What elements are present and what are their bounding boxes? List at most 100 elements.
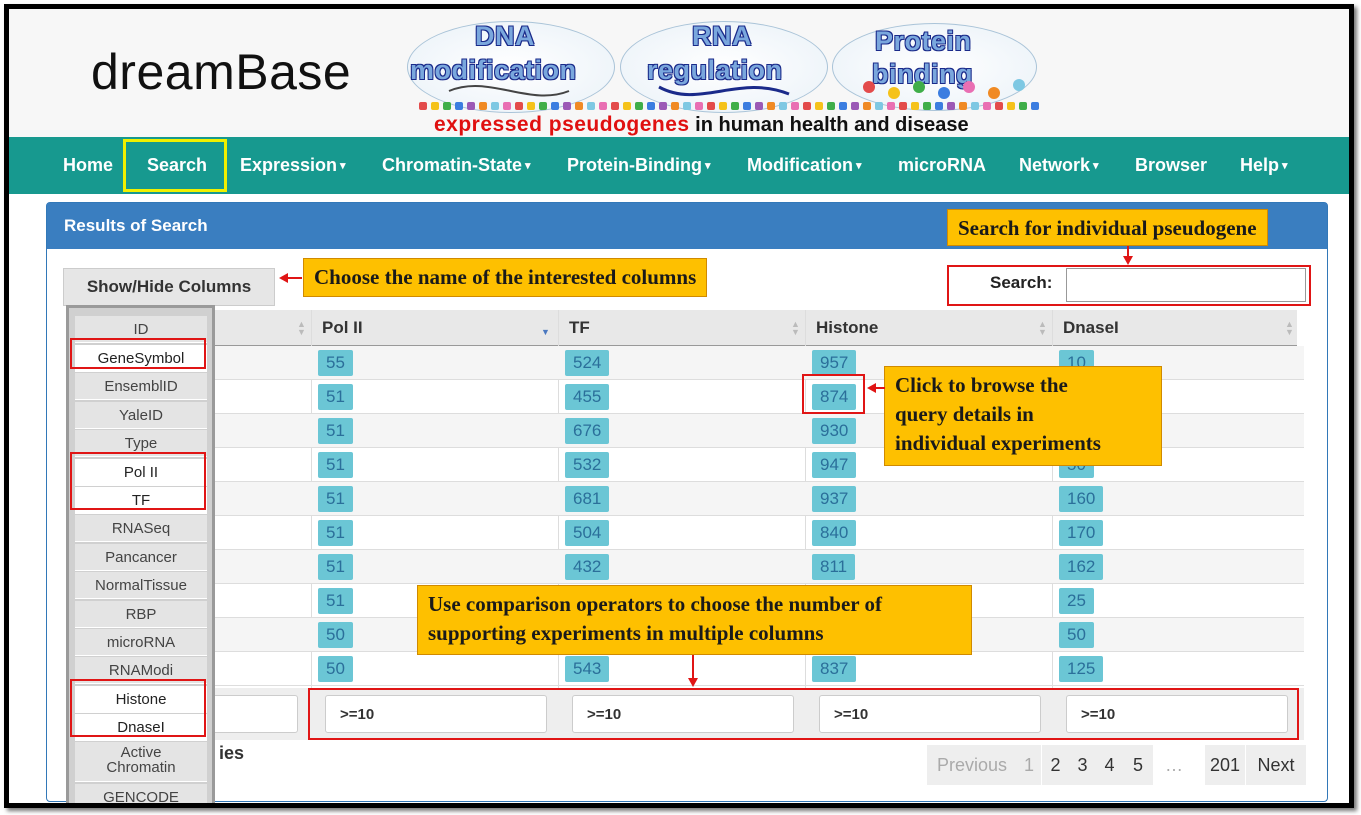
pol-ii-count-link[interactable]: 50: [318, 622, 353, 648]
nucleotide-bead: [419, 102, 427, 110]
nucleotide-bead: [1007, 102, 1015, 110]
tf-count-link[interactable]: 524: [565, 350, 610, 376]
sort-icon[interactable]: ▲ ▼: [297, 320, 306, 337]
site-logo[interactable]: dreamBase: [91, 43, 351, 101]
nav-expression-dropdown[interactable]: Expression ▾: [240, 137, 346, 194]
nucleotide-bead: [803, 102, 811, 110]
nav-label: Chromatin-State: [382, 155, 523, 175]
nav-label: microRNA: [898, 155, 987, 175]
pagination-next[interactable]: Next: [1246, 745, 1306, 785]
pagination-previous[interactable]: Previous: [927, 745, 1017, 785]
nucleotide-bead: [695, 102, 703, 110]
sort-icon[interactable]: ▲ ▼: [1038, 320, 1047, 337]
sort-desc-icon[interactable]: ▼: [541, 328, 550, 337]
tf-count-link[interactable]: 504: [565, 520, 610, 546]
pol-ii-count-link[interactable]: 51: [318, 452, 353, 478]
nucleotide-bead: [863, 102, 871, 110]
nucleotide-bead: [467, 102, 475, 110]
nucleotide-bead: [959, 102, 967, 110]
tf-count-link[interactable]: 681: [565, 486, 610, 512]
pol-ii-count-link[interactable]: 51: [318, 554, 353, 580]
nucleotide-bead: [779, 102, 787, 110]
column-option-gencode[interactable]: GENCODE: [75, 784, 207, 803]
dnasei-count-link[interactable]: 50: [1059, 622, 1094, 648]
nucleotide-bead: [935, 102, 943, 110]
column-header-tf[interactable]: TF: [559, 310, 590, 346]
column-header-histone[interactable]: Histone: [806, 310, 878, 346]
nav-microrna[interactable]: microRNA: [898, 137, 986, 194]
pol-ii-count-link[interactable]: 51: [318, 418, 353, 444]
annotation-text: Use comparison operators to choose the n…: [428, 592, 882, 616]
pagination-page[interactable]: 3: [1069, 745, 1096, 785]
pagination-page[interactable]: 2: [1042, 745, 1069, 785]
pagination-page[interactable]: 5: [1123, 745, 1153, 785]
nav-home[interactable]: Home: [63, 137, 113, 194]
pol-ii-count-link[interactable]: 55: [318, 350, 353, 376]
nav-label: Expression: [240, 155, 338, 175]
column-option-microrna[interactable]: microRNA: [75, 629, 207, 656]
nucleotide-bead: [539, 102, 547, 110]
tf-count-link[interactable]: 543: [565, 656, 610, 682]
caret-down-icon: ▾: [525, 159, 531, 172]
pol-ii-count-link[interactable]: 50: [318, 656, 353, 682]
nucleotide-bead: [587, 102, 595, 110]
nav-help-dropdown[interactable]: Help ▾: [1240, 137, 1288, 194]
dnasei-count-link[interactable]: 25: [1059, 588, 1094, 614]
tf-count-link[interactable]: 676: [565, 418, 610, 444]
nucleotide-bead: [911, 102, 919, 110]
tf-count-link[interactable]: 432: [565, 554, 610, 580]
histone-count-link[interactable]: 930: [812, 418, 857, 444]
annotation-text: query details in: [895, 402, 1034, 426]
pagination-page[interactable]: 201: [1205, 745, 1245, 785]
histone-count-link[interactable]: 937: [812, 486, 857, 512]
table-info-text: ies: [219, 743, 245, 763]
column-option-active-chromatin[interactable]: Active Chromatin: [75, 742, 207, 782]
column-option-rnaseq[interactable]: RNASeq: [75, 515, 207, 542]
pol-ii-count-link[interactable]: 51: [318, 588, 353, 614]
tf-count-link[interactable]: 455: [565, 384, 610, 410]
column-header-pol-ii[interactable]: Pol II: [312, 310, 363, 346]
column-option-rbp[interactable]: RBP: [75, 601, 207, 628]
nav-network-dropdown[interactable]: Network ▾: [1019, 137, 1099, 194]
pagination-page[interactable]: 1: [1017, 745, 1041, 785]
annotation-choose-columns: Choose the name of the interested column…: [303, 258, 708, 297]
banner-word-dna: DNA: [475, 21, 535, 51]
column-header-dnasei[interactable]: DnaseI: [1053, 310, 1119, 346]
histone-count-link[interactable]: 840: [812, 520, 857, 546]
column-option-yaleid[interactable]: YaleID: [75, 402, 207, 429]
show-hide-columns-button[interactable]: Show/Hide Columns: [63, 268, 275, 306]
caret-down-icon: ▾: [1282, 159, 1288, 172]
annotation-text: individual experiments: [895, 431, 1101, 455]
highlight-filter-row: [308, 688, 1299, 740]
site-header: dreamBase DNA modification RNA regulatio…: [9, 9, 1349, 137]
histone-count-link[interactable]: 947: [812, 452, 857, 478]
histone-count-link[interactable]: 811: [812, 554, 856, 580]
table-row: 50 543 837 125: [68, 652, 1304, 686]
pol-ii-count-link[interactable]: 51: [318, 520, 353, 546]
nav-protein-binding-dropdown[interactable]: Protein-Binding ▾: [567, 137, 711, 194]
nucleotide-bead: [731, 102, 739, 110]
pagination-page[interactable]: 4: [1096, 745, 1123, 785]
dnasei-count-link[interactable]: 160: [1059, 486, 1104, 512]
tf-count-link[interactable]: 532: [565, 452, 610, 478]
column-option-ensemblid[interactable]: EnsemblID: [75, 373, 207, 400]
dnasei-count-link[interactable]: 162: [1059, 554, 1104, 580]
arrow-line: [692, 655, 694, 679]
nav-modification-dropdown[interactable]: Modification ▾: [747, 137, 862, 194]
nav-label: Browser: [1135, 155, 1208, 175]
column-option-normaltissue[interactable]: NormalTissue: [75, 572, 207, 599]
nucleotide-bead: [983, 102, 991, 110]
dnasei-count-link[interactable]: 125: [1059, 656, 1104, 682]
nav-chromatin-state-dropdown[interactable]: Chromatin-State ▾: [382, 137, 531, 194]
highlight-pol-tf-options: [70, 452, 206, 510]
nav-browser[interactable]: Browser: [1135, 137, 1207, 194]
sort-icon[interactable]: ▲ ▼: [791, 320, 800, 337]
nucleotide-bead: [719, 102, 727, 110]
sort-icon[interactable]: ▲ ▼: [1285, 320, 1294, 337]
dnasei-count-link[interactable]: 170: [1059, 520, 1104, 546]
pol-ii-count-link[interactable]: 51: [318, 486, 353, 512]
pol-ii-count-link[interactable]: 51: [318, 384, 353, 410]
histone-count-link[interactable]: 837: [812, 656, 857, 682]
histone-count-link[interactable]: 957: [812, 350, 857, 376]
column-option-pancancer[interactable]: Pancancer: [75, 544, 207, 571]
